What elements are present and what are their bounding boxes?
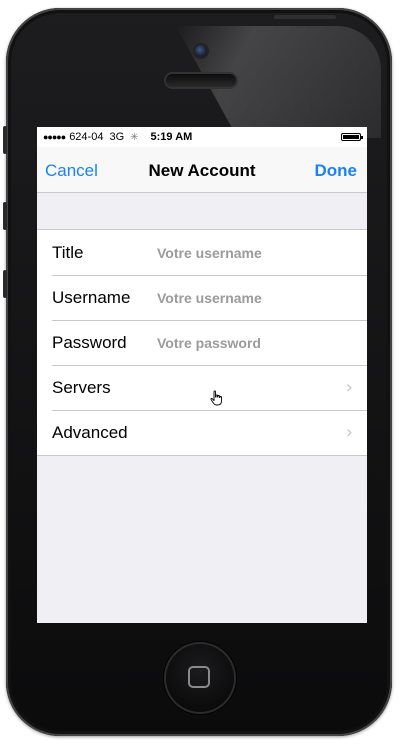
home-button[interactable]	[164, 642, 236, 714]
username-input[interactable]	[157, 289, 327, 306]
power-button	[274, 15, 336, 19]
username-label: Username	[52, 287, 131, 307]
network-type: 3G	[109, 131, 125, 143]
account-form: Title Username Password Servers › Advanc…	[37, 229, 367, 456]
volume-down-button	[3, 270, 7, 298]
battery-icon	[341, 133, 363, 141]
hand-cursor-icon	[210, 390, 222, 406]
volume-up-button	[3, 202, 7, 230]
chevron-right-icon: ›	[345, 377, 353, 398]
password-row[interactable]: Password	[37, 320, 367, 365]
servers-row[interactable]: Servers ›	[37, 365, 367, 410]
front-camera	[195, 45, 207, 57]
status-time: 5:19 AM	[150, 131, 193, 143]
earpiece-speaker	[166, 74, 236, 87]
advanced-label: Advanced	[52, 422, 128, 442]
navigation-bar: Cancel New Account Done	[37, 147, 367, 193]
status-bar: ●●●●● 624-04 3G ✳ 5:19 AM	[37, 127, 367, 147]
screen: ●●●●● 624-04 3G ✳ 5:19 AM Cancel New Acc…	[37, 127, 367, 623]
spinner-icon: ✳	[130, 131, 139, 143]
title-input[interactable]	[157, 244, 327, 261]
carrier-name: 624-04	[69, 131, 104, 143]
home-square-icon	[188, 666, 210, 688]
servers-label: Servers	[52, 377, 111, 397]
title-row[interactable]: Title	[37, 230, 367, 275]
signal-strength: ●●●●●	[43, 132, 66, 142]
advanced-row[interactable]: Advanced ›	[37, 410, 367, 455]
password-label: Password	[52, 332, 127, 352]
mute-switch	[3, 126, 7, 154]
cancel-button[interactable]: Cancel	[45, 161, 98, 181]
title-label: Title	[52, 242, 84, 262]
username-row[interactable]: Username	[37, 275, 367, 320]
password-input[interactable]	[157, 334, 327, 351]
done-button[interactable]: Done	[315, 161, 358, 181]
chevron-right-icon: ›	[345, 422, 353, 443]
